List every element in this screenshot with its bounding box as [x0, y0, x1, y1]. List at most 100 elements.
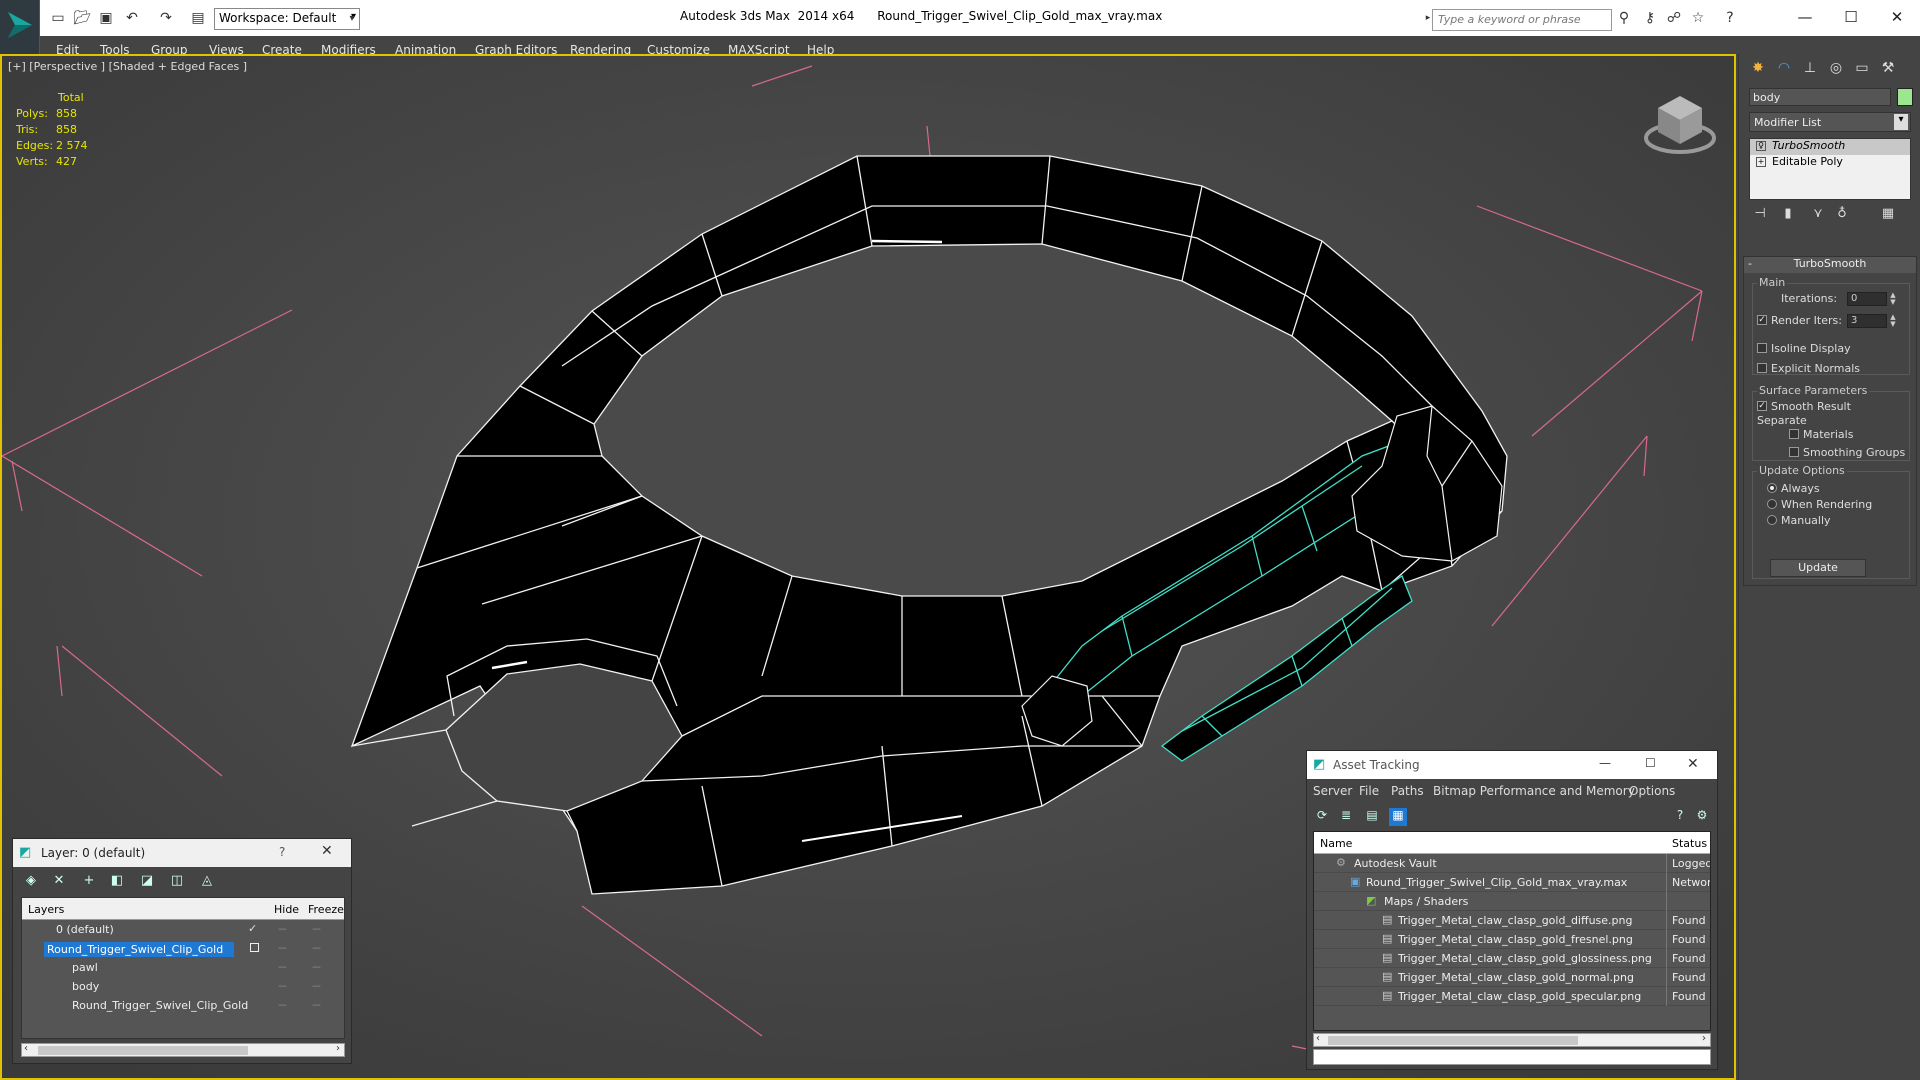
make-unique-icon[interactable]: ⋎	[1809, 206, 1827, 224]
subscription-icon[interactable]: ⚷	[1640, 8, 1660, 28]
remove-modifier-icon[interactable]: ♁	[1833, 206, 1851, 224]
table-view-icon[interactable]: ▦	[1389, 808, 1407, 826]
asset-menu-paths[interactable]: Paths	[1391, 784, 1424, 798]
close-icon[interactable]: ✕	[1882, 6, 1912, 28]
undo-icon[interactable]: ↶	[122, 8, 142, 28]
asset-row[interactable]: ▤ Trigger_Metal_claw_clasp_gold_glossine…	[1314, 949, 1710, 968]
detail-view-icon[interactable]: ▤	[1363, 808, 1381, 826]
asset-close-icon[interactable]: ✕	[1687, 756, 1699, 772]
list-view-icon[interactable]: ≣	[1337, 808, 1355, 826]
column-layers[interactable]: Layers	[28, 903, 64, 916]
render-iters-checkbox[interactable]: ✓	[1757, 315, 1767, 325]
always-row[interactable]: Always	[1767, 482, 1820, 495]
stack-item-turbosmooth[interactable]: ♀ TurboSmooth	[1750, 139, 1910, 155]
new-file-icon[interactable]: ▭	[48, 8, 68, 28]
workspace-select[interactable]: Workspace: Default	[214, 8, 360, 30]
stack-item-editable-poly[interactable]: + Editable Poly	[1750, 155, 1910, 171]
layer-row[interactable]: body --- ---	[22, 977, 344, 996]
layer-help-button[interactable]: ?	[279, 845, 285, 859]
layer-row[interactable]: Round_Trigger_Swivel_Clip_Gold --- ---	[22, 939, 344, 958]
scroll-right-icon[interactable]: ›	[336, 1043, 340, 1054]
column-status[interactable]: Status	[1672, 837, 1707, 850]
manually-radio[interactable]	[1767, 515, 1777, 525]
layer-title-bar[interactable]: ◩ Layer: 0 (default) ? ✕	[13, 839, 351, 867]
always-radio[interactable]	[1767, 483, 1777, 493]
viewcube-icon[interactable]	[1642, 86, 1718, 162]
delete-layer-icon[interactable]: ✕	[49, 873, 69, 891]
layer-row[interactable]: Round_Trigger_Swivel_Clip_Gold --- ---	[22, 996, 344, 1015]
motion-tab-icon[interactable]: ◎	[1825, 60, 1847, 82]
asset-row[interactable]: ▣ Round_Trigger_Swivel_Clip_Gold_max_vra…	[1314, 873, 1710, 892]
freeze-toggle[interactable]: ---	[312, 1000, 321, 1011]
isoline-display-row[interactable]: Isoline Display	[1757, 342, 1851, 355]
create-tab-icon[interactable]: ✸	[1747, 60, 1769, 82]
smoothing-groups-checkbox[interactable]	[1789, 447, 1799, 457]
layer-box-icon[interactable]	[250, 943, 259, 952]
settings-icon[interactable]: ⚙	[1693, 808, 1711, 826]
show-end-result-icon[interactable]: ▮	[1779, 206, 1797, 224]
asset-row[interactable]: ▤ Trigger_Metal_claw_clasp_gold_fresnel.…	[1314, 930, 1710, 949]
create-layer-icon[interactable]: ◈	[21, 873, 41, 891]
active-layer-check-icon[interactable]: ✓	[248, 922, 257, 935]
binoculars-icon[interactable]: ⚲	[1614, 8, 1634, 28]
modify-tab-icon[interactable]: ◠	[1773, 60, 1795, 82]
column-freeze[interactable]: Freeze	[308, 903, 344, 916]
manually-row[interactable]: Manually	[1767, 514, 1831, 527]
modifier-list-dropdown[interactable]: Modifier List	[1749, 112, 1911, 132]
explicit-normals-row[interactable]: Explicit Normals	[1757, 362, 1860, 375]
select-objects-icon[interactable]: ◧	[107, 873, 127, 891]
highlight-layer-icon[interactable]: ◪	[137, 873, 157, 891]
iterations-spinner[interactable]: 0	[1847, 292, 1887, 306]
layer-horizontal-scrollbar[interactable]: ‹ ›	[21, 1043, 345, 1057]
smoothing-groups-row[interactable]: Smoothing Groups	[1789, 446, 1905, 459]
project-folder-icon[interactable]: ▤	[188, 8, 208, 28]
asset-maximize-icon[interactable]: ☐	[1645, 756, 1656, 770]
redo-icon[interactable]: ↷	[156, 8, 176, 28]
scroll-thumb[interactable]	[38, 1046, 248, 1055]
scroll-right-icon[interactable]: ›	[1702, 1033, 1706, 1044]
spinner-arrows-icon[interactable]: ▲ ▼	[1889, 314, 1897, 328]
refresh-icon[interactable]: ⟳	[1313, 808, 1331, 826]
hide-toggle[interactable]: ---	[278, 981, 287, 992]
hide-all-icon[interactable]: ◫	[167, 873, 187, 891]
smooth-result-checkbox[interactable]: ✓	[1757, 401, 1767, 411]
asset-title-bar[interactable]: ◩ Asset Tracking — ☐ ✕	[1307, 751, 1717, 779]
hide-toggle[interactable]: ---	[278, 1000, 287, 1011]
asset-row[interactable]: ▤ Trigger_Metal_claw_clasp_gold_normal.p…	[1314, 968, 1710, 987]
object-name-field[interactable]: body	[1749, 88, 1891, 106]
configure-sets-icon[interactable]: ▦	[1879, 206, 1897, 224]
when-rendering-radio[interactable]	[1767, 499, 1777, 509]
layer-row[interactable]: 0 (default) ✓ --- ---	[22, 920, 344, 939]
asset-horizontal-scrollbar[interactable]: ‹ ›	[1313, 1033, 1711, 1047]
collapse-icon[interactable]: -	[1748, 257, 1752, 270]
freeze-toggle[interactable]: ---	[312, 924, 321, 935]
freeze-all-icon[interactable]: ◬	[197, 873, 217, 891]
scroll-left-icon[interactable]: ‹	[1316, 1033, 1320, 1044]
layer-row[interactable]: pawl --- ---	[22, 958, 344, 977]
object-color-swatch[interactable]	[1897, 88, 1913, 106]
asset-menu-server[interactable]: Server	[1313, 784, 1352, 798]
display-tab-icon[interactable]: ▭	[1851, 60, 1873, 82]
asset-minimize-icon[interactable]: —	[1599, 756, 1611, 770]
lightbulb-icon[interactable]: ♀	[1756, 141, 1766, 151]
spinner-arrows-icon[interactable]: ▲ ▼	[1889, 292, 1897, 306]
render-iters-spinner[interactable]: 3	[1847, 314, 1887, 328]
rollout-header[interactable]: - TurboSmooth	[1744, 257, 1916, 273]
column-name[interactable]: Name	[1320, 837, 1352, 850]
minimize-icon[interactable]: —	[1790, 6, 1820, 28]
render-iters-row[interactable]: ✓ Render Iters:	[1757, 314, 1842, 327]
when-rendering-row[interactable]: When Rendering	[1767, 498, 1872, 511]
workspace-dropdown-icon[interactable]: ▾	[342, 8, 362, 28]
hide-toggle[interactable]: ---	[278, 962, 287, 973]
asset-row[interactable]: ▤ Trigger_Metal_claw_clasp_gold_diffuse.…	[1314, 911, 1710, 930]
communication-icon[interactable]: ☍	[1664, 8, 1684, 28]
materials-row[interactable]: Materials	[1789, 428, 1853, 441]
smooth-result-row[interactable]: ✓ Smooth Result	[1757, 400, 1851, 413]
materials-checkbox[interactable]	[1789, 429, 1799, 439]
help-book-icon[interactable]: ?	[1671, 808, 1689, 826]
hide-toggle[interactable]: ---	[278, 943, 287, 954]
asset-row[interactable]: ◩ Maps / Shaders	[1314, 892, 1710, 911]
save-icon[interactable]: ▣	[96, 8, 116, 28]
open-file-icon[interactable]: 📂︎	[72, 8, 92, 28]
explicit-normals-checkbox[interactable]	[1757, 363, 1767, 373]
